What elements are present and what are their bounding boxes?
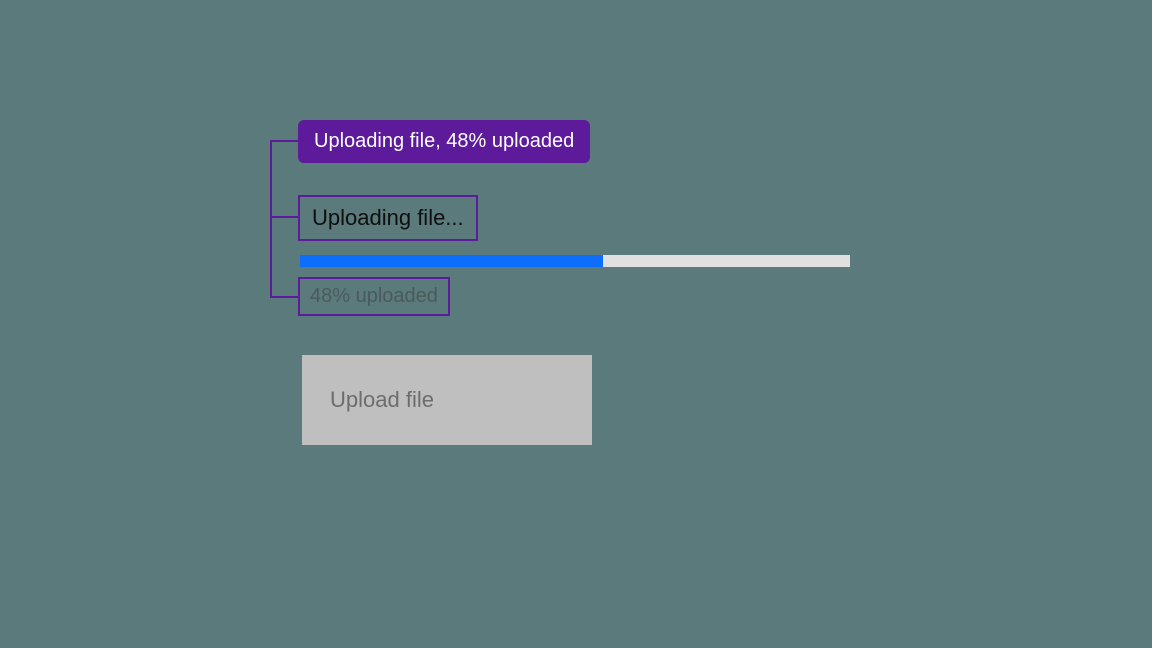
progress-bar (300, 255, 850, 267)
connector-to-percent (270, 296, 298, 298)
connector-to-label (270, 216, 298, 218)
progress-label: Uploading file... (298, 195, 478, 241)
progress-percent: 48% uploaded (298, 277, 450, 316)
connector-vertical (270, 140, 272, 298)
connector-to-announcement (270, 140, 298, 142)
upload-progress-diagram: Uploading file, 48% uploaded Uploading f… (0, 0, 1152, 648)
upload-file-button[interactable]: Upload file (302, 355, 592, 445)
progress-bar-fill (300, 255, 603, 267)
aria-announcement: Uploading file, 48% uploaded (298, 120, 590, 163)
